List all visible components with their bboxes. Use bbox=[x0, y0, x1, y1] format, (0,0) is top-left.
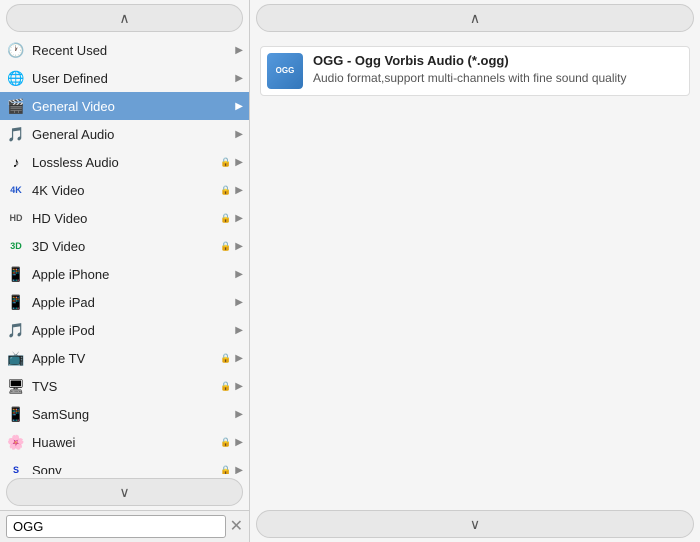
menu-item-hd-video[interactable]: HD HD Video🔒▶ bbox=[0, 204, 249, 232]
3d-video-lock-icon: 🔒 bbox=[220, 241, 231, 252]
ogg-format-icon: OGG bbox=[267, 53, 303, 89]
menu-item-huawei[interactable]: 🌸 Huawei🔒▶ bbox=[0, 428, 249, 456]
tvs-icon: 🖥 bbox=[6, 376, 26, 396]
apple-tv-label: Apple TV bbox=[32, 351, 218, 366]
menu-item-general-audio[interactable]: 🎵 General Audio▶ bbox=[0, 120, 249, 148]
samsung-icon: 📱 bbox=[6, 404, 26, 424]
recent-used-icon: 🕐 bbox=[6, 40, 26, 60]
menu-list: 🕐Recent Used▶🌐User Defined▶🎬General Vide… bbox=[0, 36, 249, 474]
user-defined-label: User Defined bbox=[32, 71, 231, 86]
recent-used-arrow-icon: ▶ bbox=[231, 45, 243, 56]
menu-item-samsung[interactable]: 📱 SamSung▶ bbox=[0, 400, 249, 428]
search-clear-button[interactable]: ✕ bbox=[230, 519, 243, 535]
apple-tv-lock-icon: 🔒 bbox=[220, 353, 231, 364]
apple-iphone-arrow-icon: ▶ bbox=[231, 269, 243, 280]
huawei-lock-icon: 🔒 bbox=[220, 437, 231, 448]
huawei-icon: 🌸 bbox=[6, 432, 26, 452]
right-scroll-down-icon bbox=[470, 516, 480, 533]
sony-arrow-icon: ▶ bbox=[231, 465, 243, 475]
lossless-audio-arrow-icon: ▶ bbox=[231, 157, 243, 168]
3d-video-label: 3D Video bbox=[32, 239, 218, 254]
scroll-up-button[interactable] bbox=[6, 4, 243, 32]
right-scroll-up-icon bbox=[470, 10, 480, 27]
apple-ipad-icon: 📱 bbox=[6, 292, 26, 312]
samsung-arrow-icon: ▶ bbox=[231, 409, 243, 420]
menu-item-recent-used[interactable]: 🕐 Recent Used▶ bbox=[0, 36, 249, 64]
4k-video-label: 4K Video bbox=[32, 183, 218, 198]
apple-iphone-label: Apple iPhone bbox=[32, 267, 231, 282]
3d-video-icon: 3D bbox=[6, 236, 26, 256]
apple-ipad-arrow-icon: ▶ bbox=[231, 297, 243, 308]
tvs-label: TVS bbox=[32, 379, 218, 394]
scroll-down-icon bbox=[119, 484, 129, 501]
hd-video-label: HD Video bbox=[32, 211, 218, 226]
lossless-audio-label: Lossless Audio bbox=[32, 155, 218, 170]
general-audio-arrow-icon: ▶ bbox=[231, 129, 243, 140]
huawei-arrow-icon: ▶ bbox=[231, 437, 243, 448]
lossless-audio-lock-icon: 🔒 bbox=[220, 157, 231, 168]
right-content: OGG OGG - Ogg Vorbis Audio (*.ogg) Audio f… bbox=[250, 36, 700, 506]
right-scroll-up-button[interactable] bbox=[256, 4, 694, 32]
search-bar: ✕ bbox=[0, 510, 249, 542]
ogg-format-title: OGG - Ogg Vorbis Audio (*.ogg) bbox=[313, 53, 683, 68]
scroll-up-icon bbox=[119, 10, 129, 27]
menu-item-user-defined[interactable]: 🌐 User Defined▶ bbox=[0, 64, 249, 92]
menu-item-3d-video[interactable]: 3D 3D Video🔒▶ bbox=[0, 232, 249, 260]
hd-video-arrow-icon: ▶ bbox=[231, 213, 243, 224]
menu-item-4k-video[interactable]: 4K 4K Video🔒▶ bbox=[0, 176, 249, 204]
4k-video-arrow-icon: ▶ bbox=[231, 185, 243, 196]
user-defined-icon: 🌐 bbox=[6, 68, 26, 88]
samsung-label: SamSung bbox=[32, 407, 231, 422]
apple-ipod-icon: 🎵 bbox=[6, 320, 26, 340]
search-input[interactable] bbox=[6, 515, 226, 538]
main-container: 🕐Recent Used▶🌐User Defined▶🎬General Vide… bbox=[0, 0, 700, 542]
user-defined-arrow-icon: ▶ bbox=[231, 73, 243, 84]
4k-video-lock-icon: 🔒 bbox=[220, 185, 231, 196]
3d-video-arrow-icon: ▶ bbox=[231, 241, 243, 252]
general-video-icon: 🎬 bbox=[6, 96, 26, 116]
hd-video-icon: HD bbox=[6, 208, 26, 228]
apple-tv-arrow-icon: ▶ bbox=[231, 353, 243, 364]
general-audio-label: General Audio bbox=[32, 127, 231, 142]
menu-item-general-video[interactable]: 🎬 General Video▶ bbox=[0, 92, 249, 120]
sony-label: Sony bbox=[32, 463, 218, 475]
recent-used-label: Recent Used bbox=[32, 43, 231, 58]
apple-ipod-arrow-icon: ▶ bbox=[231, 325, 243, 336]
apple-iphone-icon: 📱 bbox=[6, 264, 26, 284]
hd-video-lock-icon: 🔒 bbox=[220, 213, 231, 224]
menu-item-sony[interactable]: S Sony🔒▶ bbox=[0, 456, 249, 474]
scroll-down-button[interactable] bbox=[6, 478, 243, 506]
menu-item-apple-tv[interactable]: 📺 Apple TV🔒▶ bbox=[0, 344, 249, 372]
format-item-ogg[interactable]: OGG OGG - Ogg Vorbis Audio (*.ogg) Audio f… bbox=[260, 46, 690, 96]
ogg-format-info: OGG - Ogg Vorbis Audio (*.ogg) Audio form… bbox=[313, 53, 683, 85]
huawei-label: Huawei bbox=[32, 435, 218, 450]
menu-item-apple-ipad[interactable]: 📱 Apple iPad▶ bbox=[0, 288, 249, 316]
general-audio-icon: 🎵 bbox=[6, 124, 26, 144]
right-panel: OGG OGG - Ogg Vorbis Audio (*.ogg) Audio f… bbox=[250, 0, 700, 542]
4k-video-icon: 4K bbox=[6, 180, 26, 200]
left-panel: 🕐Recent Used▶🌐User Defined▶🎬General Vide… bbox=[0, 0, 250, 542]
apple-ipad-label: Apple iPad bbox=[32, 295, 231, 310]
tvs-arrow-icon: ▶ bbox=[231, 381, 243, 392]
apple-ipod-label: Apple iPod bbox=[32, 323, 231, 338]
right-scroll-down-button[interactable] bbox=[256, 510, 694, 538]
apple-tv-icon: 📺 bbox=[6, 348, 26, 368]
sony-lock-icon: 🔒 bbox=[220, 465, 231, 475]
sony-icon: S bbox=[6, 460, 26, 474]
ogg-format-desc: Audio format,support multi-channels with… bbox=[313, 71, 683, 85]
menu-item-tvs[interactable]: 🖥 TVS🔒▶ bbox=[0, 372, 249, 400]
menu-item-lossless-audio[interactable]: ♪ Lossless Audio🔒▶ bbox=[0, 148, 249, 176]
general-video-arrow-icon: ▶ bbox=[231, 101, 243, 112]
general-video-label: General Video bbox=[32, 99, 231, 114]
lossless-audio-icon: ♪ bbox=[6, 152, 26, 172]
menu-item-apple-ipod[interactable]: 🎵 Apple iPod▶ bbox=[0, 316, 249, 344]
tvs-lock-icon: 🔒 bbox=[220, 381, 231, 392]
menu-item-apple-iphone[interactable]: 📱 Apple iPhone▶ bbox=[0, 260, 249, 288]
